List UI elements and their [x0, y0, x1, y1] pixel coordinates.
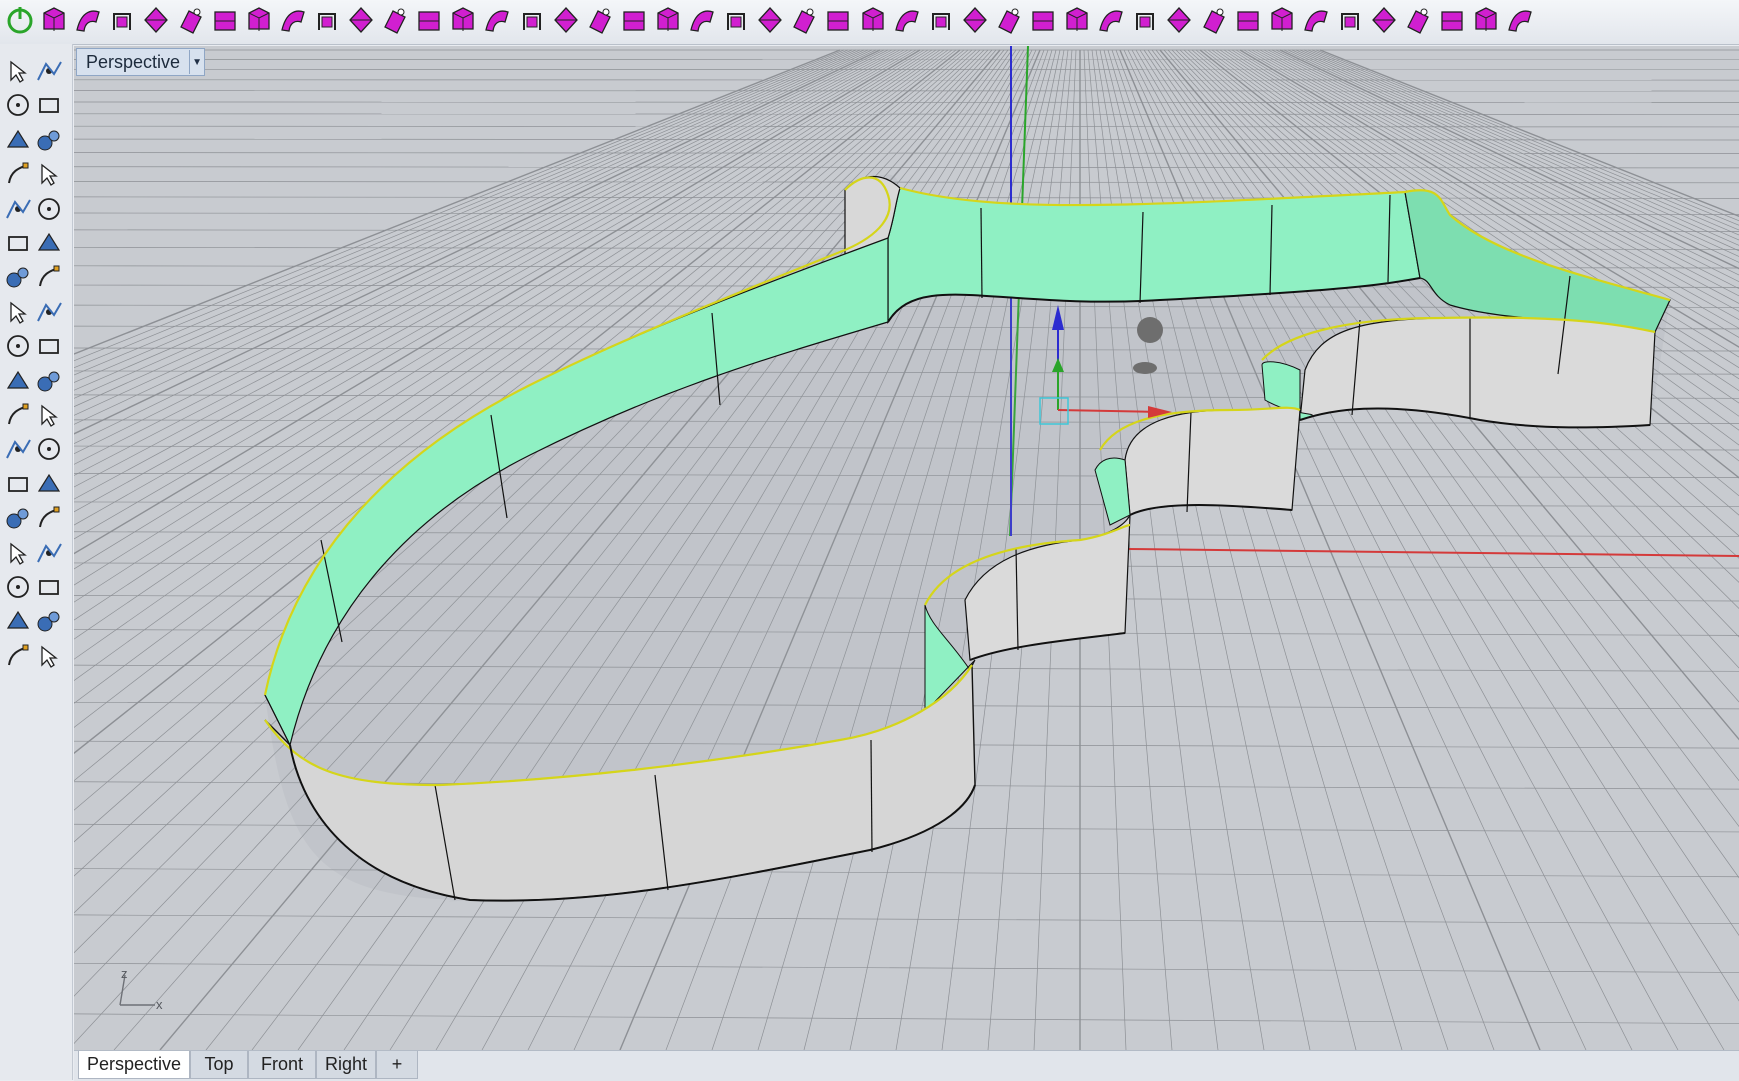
tab-top[interactable]: Top — [190, 1051, 248, 1079]
project-icon[interactable] — [1129, 3, 1161, 37]
tab-right[interactable]: Right — [316, 1051, 376, 1079]
scene-canvas[interactable]: z x — [74, 46, 1739, 1050]
star-icon[interactable] — [1232, 3, 1264, 37]
mesh-icon[interactable] — [311, 3, 343, 37]
cross-icon[interactable] — [1436, 3, 1468, 37]
patch-icon[interactable] — [1368, 3, 1400, 37]
ellipse-icon[interactable] — [34, 125, 64, 155]
offset-icon[interactable] — [34, 434, 64, 464]
tab-add[interactable]: + — [376, 1051, 418, 1079]
text-icon[interactable] — [1300, 3, 1332, 37]
twist-icon[interactable] — [1095, 3, 1127, 37]
trim-icon[interactable] — [516, 3, 548, 37]
curve-icon[interactable] — [106, 3, 138, 37]
flow-icon[interactable] — [3, 606, 33, 636]
ruler-icon[interactable] — [959, 3, 991, 37]
taper-icon[interactable] — [1061, 3, 1093, 37]
text-icon[interactable] — [3, 469, 33, 499]
arc-icon[interactable] — [3, 159, 33, 189]
main-toolbar — [0, 0, 1739, 45]
new-model-icon[interactable] — [38, 3, 70, 37]
snap-icon[interactable] — [993, 3, 1025, 37]
grid-array-icon[interactable] — [3, 572, 33, 602]
copy-icon[interactable] — [822, 3, 854, 37]
fillet-icon[interactable] — [3, 434, 33, 464]
surface-icon[interactable] — [140, 3, 172, 37]
gumball-icon[interactable] — [3, 331, 33, 361]
viewport-menu-arrow-icon[interactable]: ▼ — [189, 50, 204, 74]
render-icon[interactable] — [1470, 3, 1502, 37]
paint-icon[interactable] — [34, 641, 64, 671]
bend-icon[interactable] — [925, 3, 957, 37]
axis-label-x: x — [156, 997, 163, 1012]
gem-icon[interactable] — [584, 3, 616, 37]
grid-icon[interactable] — [720, 3, 752, 37]
polygon-icon[interactable] — [1266, 3, 1298, 37]
power-icon[interactable] — [4, 3, 36, 37]
blend-curve-icon[interactable] — [34, 194, 64, 224]
tab-front[interactable]: Front — [248, 1051, 316, 1079]
checkbox-icon[interactable] — [686, 3, 718, 37]
polygon-icon[interactable] — [3, 194, 33, 224]
layers-icon[interactable] — [754, 3, 786, 37]
viewport-title[interactable]: Perspective ▼ — [76, 48, 205, 76]
box-icon[interactable] — [3, 262, 33, 292]
axis-label-z: z — [121, 966, 128, 981]
solid-icon[interactable] — [175, 3, 207, 37]
point-icon[interactable] — [34, 56, 64, 86]
solid-box-icon[interactable] — [3, 538, 33, 568]
settings-icon[interactable] — [1504, 3, 1536, 37]
point-icon[interactable] — [209, 3, 241, 37]
wall-icon[interactable] — [550, 3, 582, 37]
project-icon[interactable] — [3, 366, 33, 396]
lightning-icon[interactable] — [34, 331, 64, 361]
dimension-icon[interactable] — [652, 3, 684, 37]
extrude-icon[interactable] — [447, 3, 479, 37]
mirror-icon[interactable] — [891, 3, 923, 37]
sweep-icon[interactable] — [413, 3, 445, 37]
curve-icon[interactable] — [34, 90, 64, 120]
scale-icon[interactable] — [34, 469, 64, 499]
split-icon[interactable] — [481, 3, 513, 37]
viewport-tabs: Perspective Top Front Right + — [74, 1050, 1739, 1081]
edit-points-icon[interactable] — [243, 3, 275, 37]
orient-icon[interactable] — [1198, 3, 1230, 37]
boolean-icon[interactable] — [3, 400, 33, 430]
blend-icon[interactable] — [618, 3, 650, 37]
array-icon[interactable] — [3, 503, 33, 533]
split-icon[interactable] — [34, 366, 64, 396]
dimension-icon[interactable] — [34, 538, 64, 568]
circle-icon[interactable] — [3, 125, 33, 155]
flow-icon[interactable] — [1027, 3, 1059, 37]
box-icon[interactable] — [72, 3, 104, 37]
group-icon[interactable] — [34, 400, 64, 430]
select-arrow-icon[interactable] — [3, 56, 33, 86]
polyline-icon[interactable] — [3, 90, 33, 120]
network-icon[interactable] — [1402, 3, 1434, 37]
unroll-icon[interactable] — [1334, 3, 1366, 37]
array-icon[interactable] — [857, 3, 889, 37]
check-icon[interactable] — [34, 606, 64, 636]
distribute-icon[interactable] — [34, 572, 64, 602]
surface-icon[interactable] — [3, 228, 33, 258]
rectangle-icon[interactable] — [34, 159, 64, 189]
plane-icon[interactable] — [34, 297, 64, 327]
loft-icon[interactable] — [345, 3, 377, 37]
viewport-title-label[interactable]: Perspective — [77, 52, 189, 73]
rotate-icon[interactable] — [277, 3, 309, 37]
delete-icon[interactable] — [788, 3, 820, 37]
tab-perspective[interactable]: Perspective — [78, 1051, 190, 1079]
sphere-icon[interactable] — [34, 262, 64, 292]
scale-icon[interactable] — [1163, 3, 1195, 37]
cylinder-icon[interactable] — [3, 297, 33, 327]
arch-icon[interactable] — [379, 3, 411, 37]
perspective-viewport[interactable]: z x Perspective ▼ — [74, 46, 1739, 1050]
sphere-render-icon[interactable] — [3, 641, 33, 671]
move-icon[interactable] — [34, 503, 64, 533]
patch-icon[interactable] — [34, 228, 64, 258]
left-toolbar — [0, 44, 73, 1080]
